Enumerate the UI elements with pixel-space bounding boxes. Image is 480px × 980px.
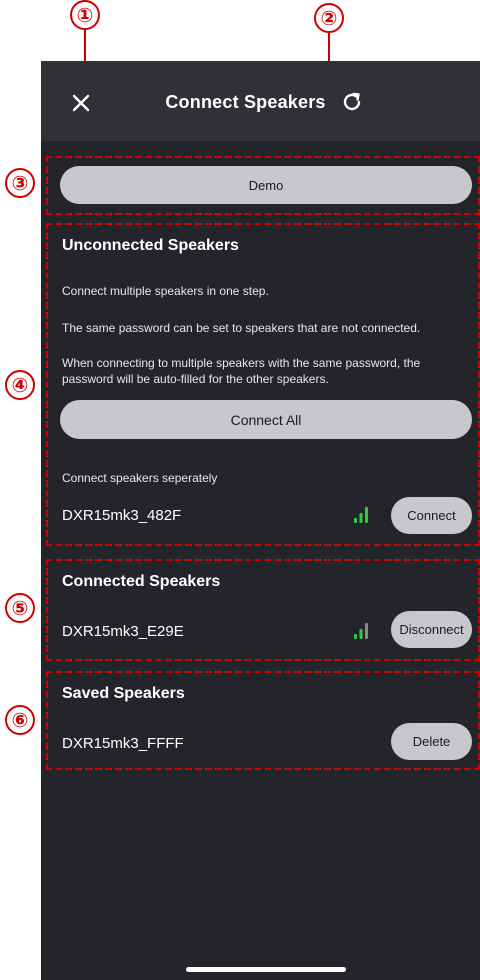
disconnect-button[interactable]: Disconnect	[391, 611, 472, 648]
unconnected-title: Unconnected Speakers	[62, 237, 239, 254]
unconnected-description-3: When connecting to multiple speakers wit…	[62, 356, 421, 386]
speaker-name: DXR15mk3_FFFF	[62, 735, 184, 752]
callout-5: ⑤	[5, 593, 35, 623]
unconnected-speakers-section: Unconnected Speakers Connect multiple sp…	[46, 223, 480, 546]
speaker-name: DXR15mk3_E29E	[62, 623, 184, 640]
connected-title: Connected Speakers	[62, 573, 221, 590]
callout-6: ⑥	[5, 705, 35, 735]
callout-2: ②	[314, 3, 344, 33]
unconnected-description-2: The same password can be set to speakers…	[62, 321, 421, 335]
delete-button[interactable]: Delete	[391, 723, 472, 760]
callout-1: ①	[70, 0, 100, 30]
callout-3: ③	[5, 168, 35, 198]
demo-section: Demo	[46, 156, 480, 215]
connect-all-button[interactable]: Connect All	[60, 400, 472, 439]
signal-strength-icon	[354, 623, 368, 639]
saved-speakers-section: Saved Speakers DXR15mk3_FFFF Delete	[46, 671, 480, 770]
signal-strength-icon	[354, 507, 368, 523]
callout-4: ④	[5, 370, 35, 400]
connected-speakers-section: Connected Speakers DXR15mk3_E29E Disconn…	[46, 559, 480, 661]
unconnected-description-1: Connect multiple speakers in one step.	[62, 284, 269, 298]
saved-title: Saved Speakers	[62, 685, 185, 702]
home-indicator[interactable]	[186, 967, 346, 972]
speaker-name: DXR15mk3_482F	[62, 507, 182, 524]
connect-button[interactable]: Connect	[391, 497, 472, 534]
connect-separately-label: Connect speakers seperately	[62, 471, 218, 485]
app-screen: Connect Speakers Demo Unconnected Speake…	[41, 61, 480, 980]
refresh-icon[interactable]	[341, 91, 363, 113]
page-title: Connect Speakers	[165, 92, 326, 112]
demo-button[interactable]: Demo	[60, 166, 472, 204]
header-bar: Connect Speakers	[41, 61, 480, 141]
